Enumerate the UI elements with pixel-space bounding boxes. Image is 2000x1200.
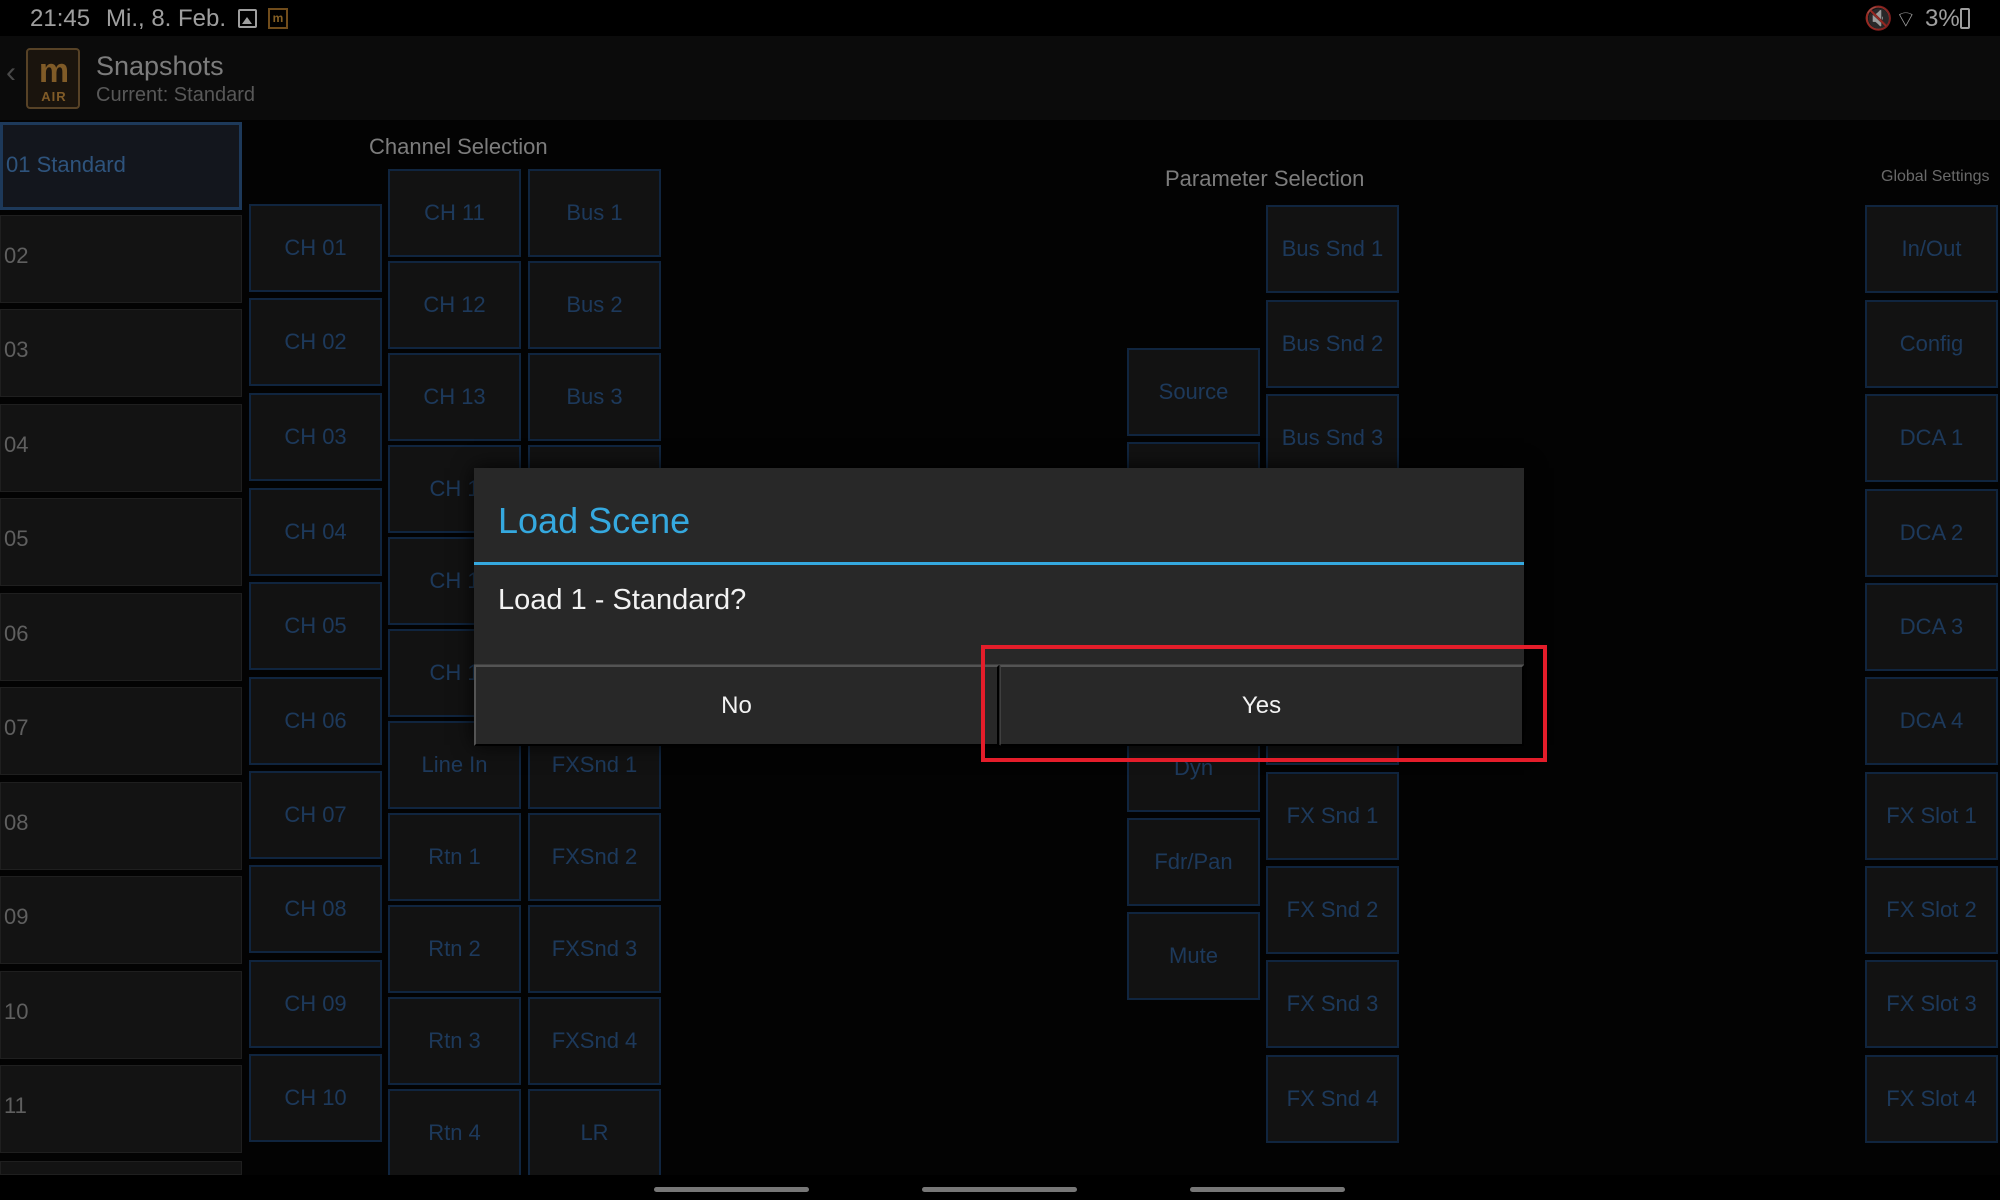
dialog-title: Load Scene — [498, 500, 691, 541]
nav-handle-left[interactable] — [654, 1187, 809, 1192]
nav-handle-right[interactable] — [1190, 1187, 1345, 1192]
dialog-divider — [474, 562, 1524, 565]
nav-handle-center[interactable] — [922, 1187, 1077, 1192]
dialog-message: Load 1 - Standard? — [498, 584, 747, 616]
navigation-bar — [0, 1175, 2000, 1200]
yes-button-highlight — [981, 645, 1547, 762]
no-button[interactable]: No — [474, 665, 999, 746]
